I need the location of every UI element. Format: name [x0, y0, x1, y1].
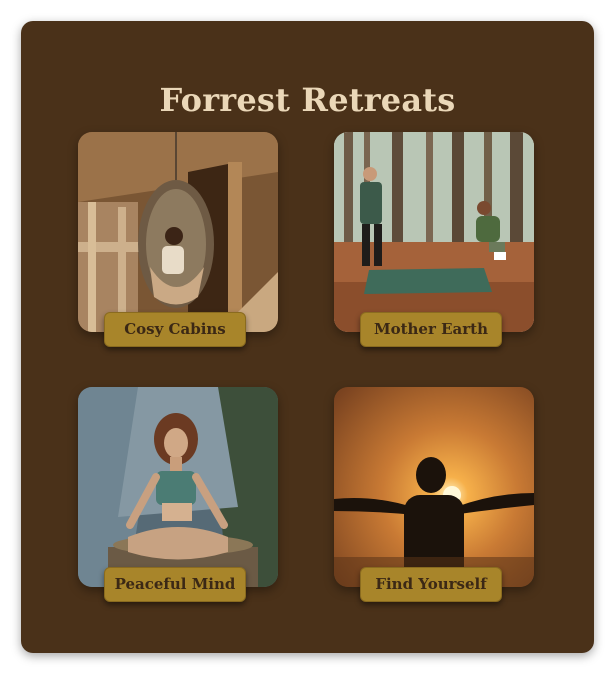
retreat-tile-find-yourself[interactable]: Find Yourself	[334, 387, 534, 602]
cosy-cabins-button[interactable]: Cosy Cabins	[104, 312, 246, 347]
find-yourself-button[interactable]: Find Yourself	[360, 567, 502, 602]
forest-photo	[334, 132, 534, 332]
retreat-tile-cosy-cabins[interactable]: Cosy Cabins	[78, 132, 278, 347]
sunset-silhouette-photo	[334, 387, 534, 587]
peaceful-mind-button[interactable]: Peaceful Mind	[104, 567, 246, 602]
mother-earth-button[interactable]: Mother Earth	[360, 312, 502, 347]
meditation-photo	[78, 387, 278, 587]
treehouse-cabin-photo	[78, 132, 278, 332]
retreat-tile-mother-earth[interactable]: Mother Earth	[334, 132, 534, 347]
retreat-tile-peaceful-mind[interactable]: Peaceful Mind	[78, 387, 278, 602]
retreats-card: Forrest Retreats Cosy Cabins Mother Eart…	[21, 21, 594, 653]
page-title: Forrest Retreats	[159, 81, 456, 119]
